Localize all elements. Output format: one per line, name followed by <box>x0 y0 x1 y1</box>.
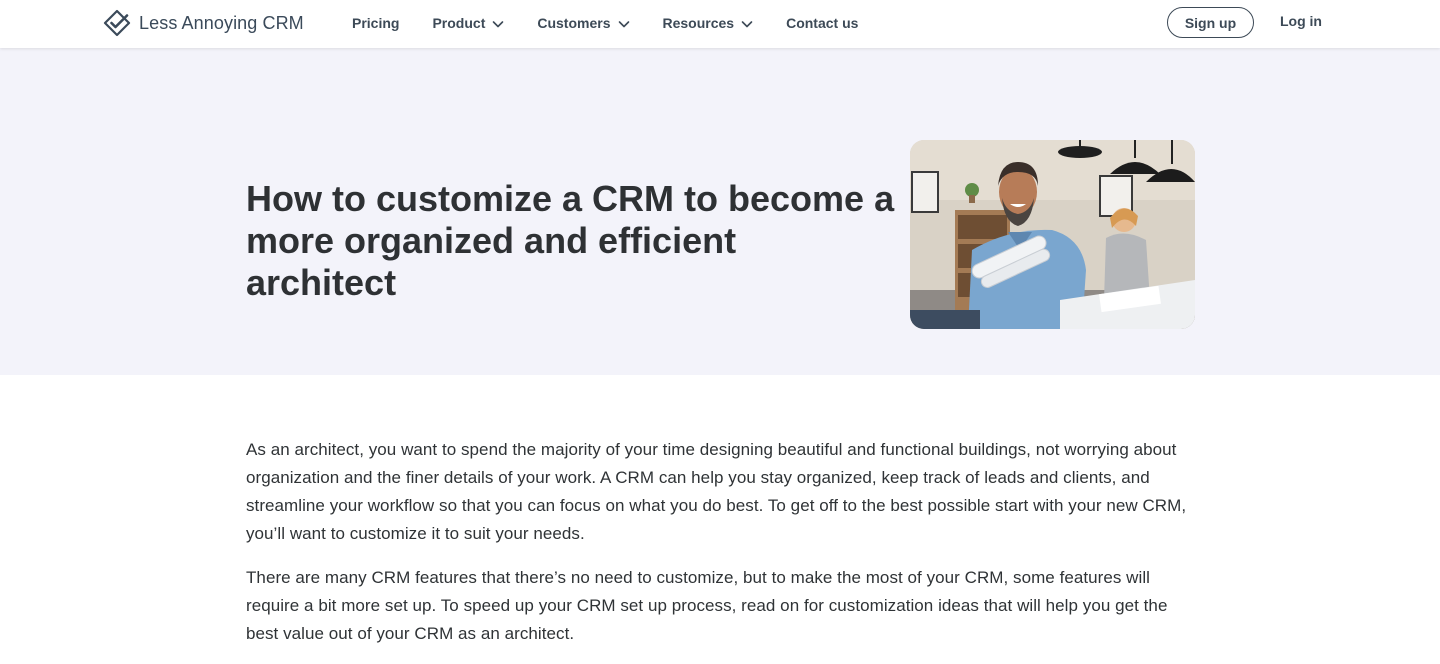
chevron-down-icon <box>618 17 630 29</box>
chevron-down-icon <box>492 17 504 29</box>
nav-pricing[interactable]: Pricing <box>352 15 399 31</box>
article-paragraph: There are many CRM features that there’s… <box>246 568 1168 643</box>
checkmark-diamond-icon <box>103 9 131 37</box>
nav-contact-us[interactable]: Contact us <box>786 15 858 31</box>
hero-photo <box>910 140 1195 329</box>
logo-text: Less Annoying CRM <box>139 12 304 33</box>
nav-contact-us-label: Contact us <box>786 15 859 31</box>
top-navigation-bar: Less Annoying CRM Pricing Product Custom… <box>0 0 1440 48</box>
nav-customers-label: Customers <box>537 15 611 31</box>
architect-photo-illustration <box>910 140 1195 329</box>
article-body: As an architect, you want to spend the m… <box>246 436 1196 664</box>
log-in-link[interactable]: Log in <box>1280 13 1322 29</box>
article-paragraph: As an architect, you want to spend the m… <box>246 440 1187 543</box>
nav-product-label: Product <box>432 15 486 31</box>
page-title: How to customize a CRM to become a more … <box>246 178 895 303</box>
sign-up-button[interactable]: Sign up <box>1167 7 1254 38</box>
nav-customers[interactable]: Customers <box>537 15 629 31</box>
hero-section: How to customize a CRM to become a more … <box>0 48 1440 375</box>
main-nav: Pricing Product Customers Resources Cont… <box>352 0 891 46</box>
chevron-down-icon <box>741 17 753 29</box>
logo-link[interactable]: Less Annoying CRM <box>103 9 304 37</box>
nav-resources-label: Resources <box>662 15 735 31</box>
nav-product[interactable]: Product <box>432 15 504 31</box>
nav-resources[interactable]: Resources <box>663 15 754 31</box>
nav-pricing-label: Pricing <box>352 15 400 31</box>
